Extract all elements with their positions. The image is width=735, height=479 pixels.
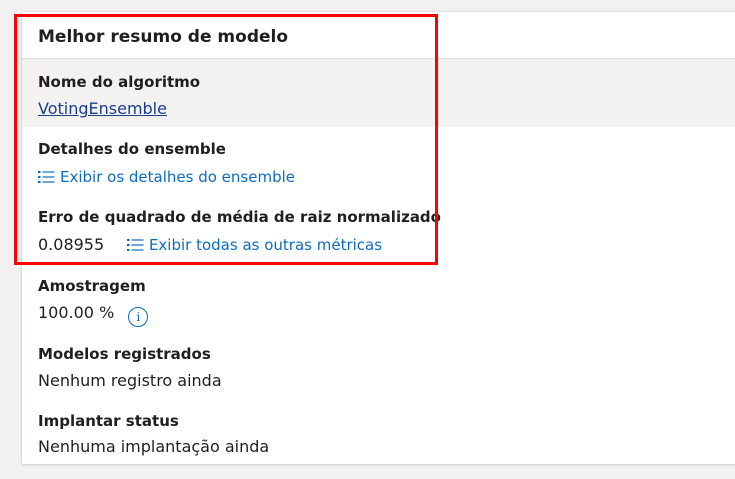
rmse-value: 0.08955: [38, 235, 105, 254]
deploy-status-section: Implantar status Nenhuma implantação ain…: [22, 399, 735, 464]
view-all-metrics-link[interactable]: Exibir todas as outras métricas: [126, 236, 383, 254]
algorithm-link[interactable]: VotingEnsemble: [38, 99, 167, 118]
registered-models-section: Modelos registrados Nenhum registro aind…: [22, 331, 735, 399]
list-icon: [126, 239, 144, 251]
sampling-value: 100.00 %: [38, 303, 115, 322]
rmse-label: Erro de quadrado de média de raiz normal…: [38, 208, 441, 226]
card-title: Melhor resumo de modelo: [38, 27, 289, 47]
deploy-status-value: Nenhuma implantação ainda: [38, 437, 270, 456]
algorithm-label: Nome do algoritmo: [38, 73, 201, 91]
registered-models-value: Nenhum registro ainda: [38, 371, 222, 390]
deploy-status-label: Implantar status: [38, 412, 179, 430]
algorithm-section: Nome do algoritmo VotingEnsemble: [22, 59, 735, 127]
sampling-row: 100.00 % i: [38, 303, 149, 327]
registered-models-label: Modelos registrados: [38, 345, 211, 363]
best-model-summary-card: Melhor resumo de modelo Nome do algoritm…: [22, 12, 735, 464]
card-header: Melhor resumo de modelo: [22, 12, 735, 59]
sampling-label: Amostragem: [38, 277, 146, 295]
info-icon[interactable]: i: [128, 307, 149, 327]
rmse-section: Erro de quadrado de média de raiz normal…: [22, 195, 735, 263]
ensemble-section: Detalhes do ensemble Exibir os detalhes …: [22, 127, 735, 195]
rmse-row: 0.08955 Exibir todas as outras métricas: [38, 235, 382, 254]
view-ensemble-details-text: Exibir os detalhes do ensemble: [60, 168, 295, 186]
view-ensemble-details-link[interactable]: Exibir os detalhes do ensemble: [38, 168, 295, 186]
sampling-section: Amostragem 100.00 % i: [22, 263, 735, 331]
view-all-metrics-text: Exibir todas as outras métricas: [148, 236, 383, 254]
ensemble-label: Detalhes do ensemble: [38, 140, 226, 158]
list-icon: [38, 171, 55, 183]
